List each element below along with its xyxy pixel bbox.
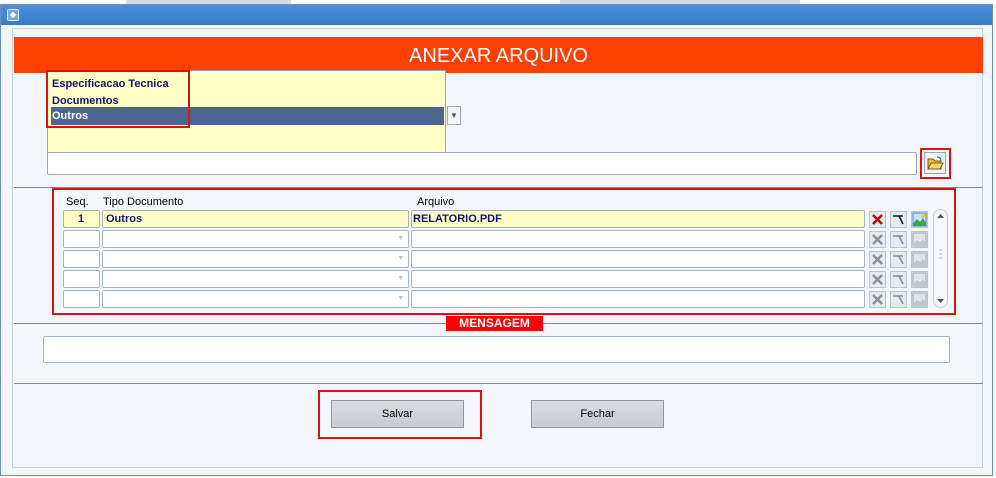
highlight-box	[318, 390, 482, 439]
window-titlebar[interactable]: ◆	[1, 5, 992, 25]
message-label: MENSAGEM	[446, 316, 543, 331]
highlight-box	[920, 148, 951, 179]
highlight-box	[46, 70, 190, 128]
app-icon: ◆	[7, 9, 19, 21]
file-path-input[interactable]	[47, 152, 917, 175]
message-field[interactable]	[43, 336, 950, 363]
close-button[interactable]: Fechar	[531, 400, 664, 428]
chevron-down-icon[interactable]: ▼	[447, 106, 461, 125]
page-title: ANEXAR ARQUIVO	[14, 37, 983, 73]
divider	[14, 383, 983, 384]
highlight-box	[52, 188, 956, 315]
